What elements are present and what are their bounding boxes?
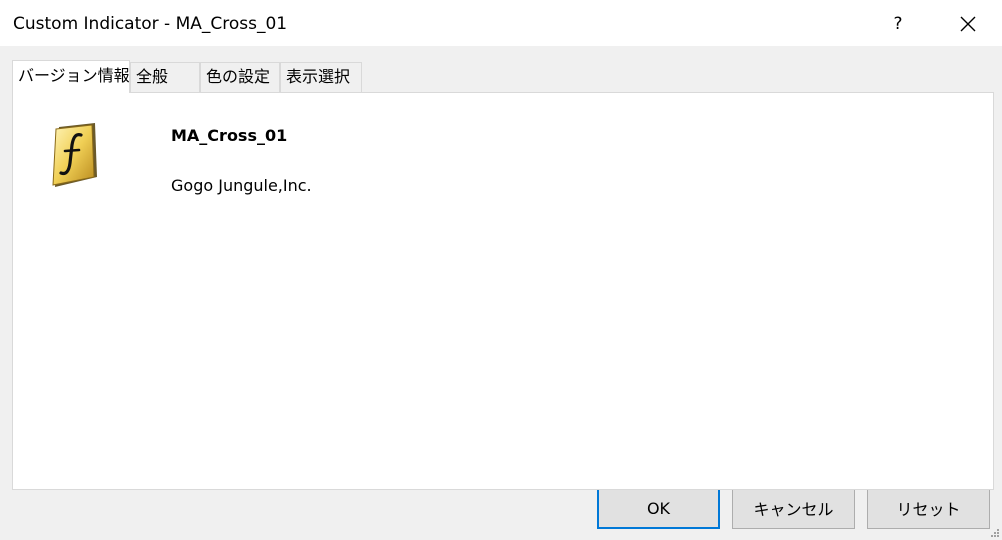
- indicator-name: MA_Cross_01: [171, 126, 288, 145]
- custom-indicator-dialog: Custom Indicator - MA_Cross_01 ? バージョン情報…: [0, 0, 1002, 540]
- window-title: Custom Indicator - MA_Cross_01: [13, 14, 288, 34]
- tab-version-info[interactable]: バージョン情報: [12, 60, 130, 93]
- help-icon: ?: [893, 14, 903, 34]
- tab-color-settings[interactable]: 色の設定: [200, 62, 280, 92]
- version-info-panel: MA_Cross_01 Gogo Jungule,Inc.: [12, 92, 994, 490]
- tab-display-selection[interactable]: 表示選択: [280, 62, 362, 92]
- title-bar: Custom Indicator - MA_Cross_01 ?: [0, 0, 1002, 46]
- function-f-icon: [52, 123, 97, 187]
- company-name: Gogo Jungule,Inc.: [171, 176, 312, 195]
- resize-grip-icon[interactable]: [990, 528, 1000, 538]
- help-button[interactable]: ?: [878, 8, 918, 40]
- cancel-button[interactable]: キャンセル: [732, 487, 855, 529]
- reset-button[interactable]: リセット: [867, 487, 990, 529]
- close-icon: [960, 16, 976, 32]
- close-button[interactable]: [948, 8, 988, 40]
- tab-general[interactable]: 全般: [130, 62, 200, 92]
- ok-button[interactable]: OK: [597, 487, 720, 529]
